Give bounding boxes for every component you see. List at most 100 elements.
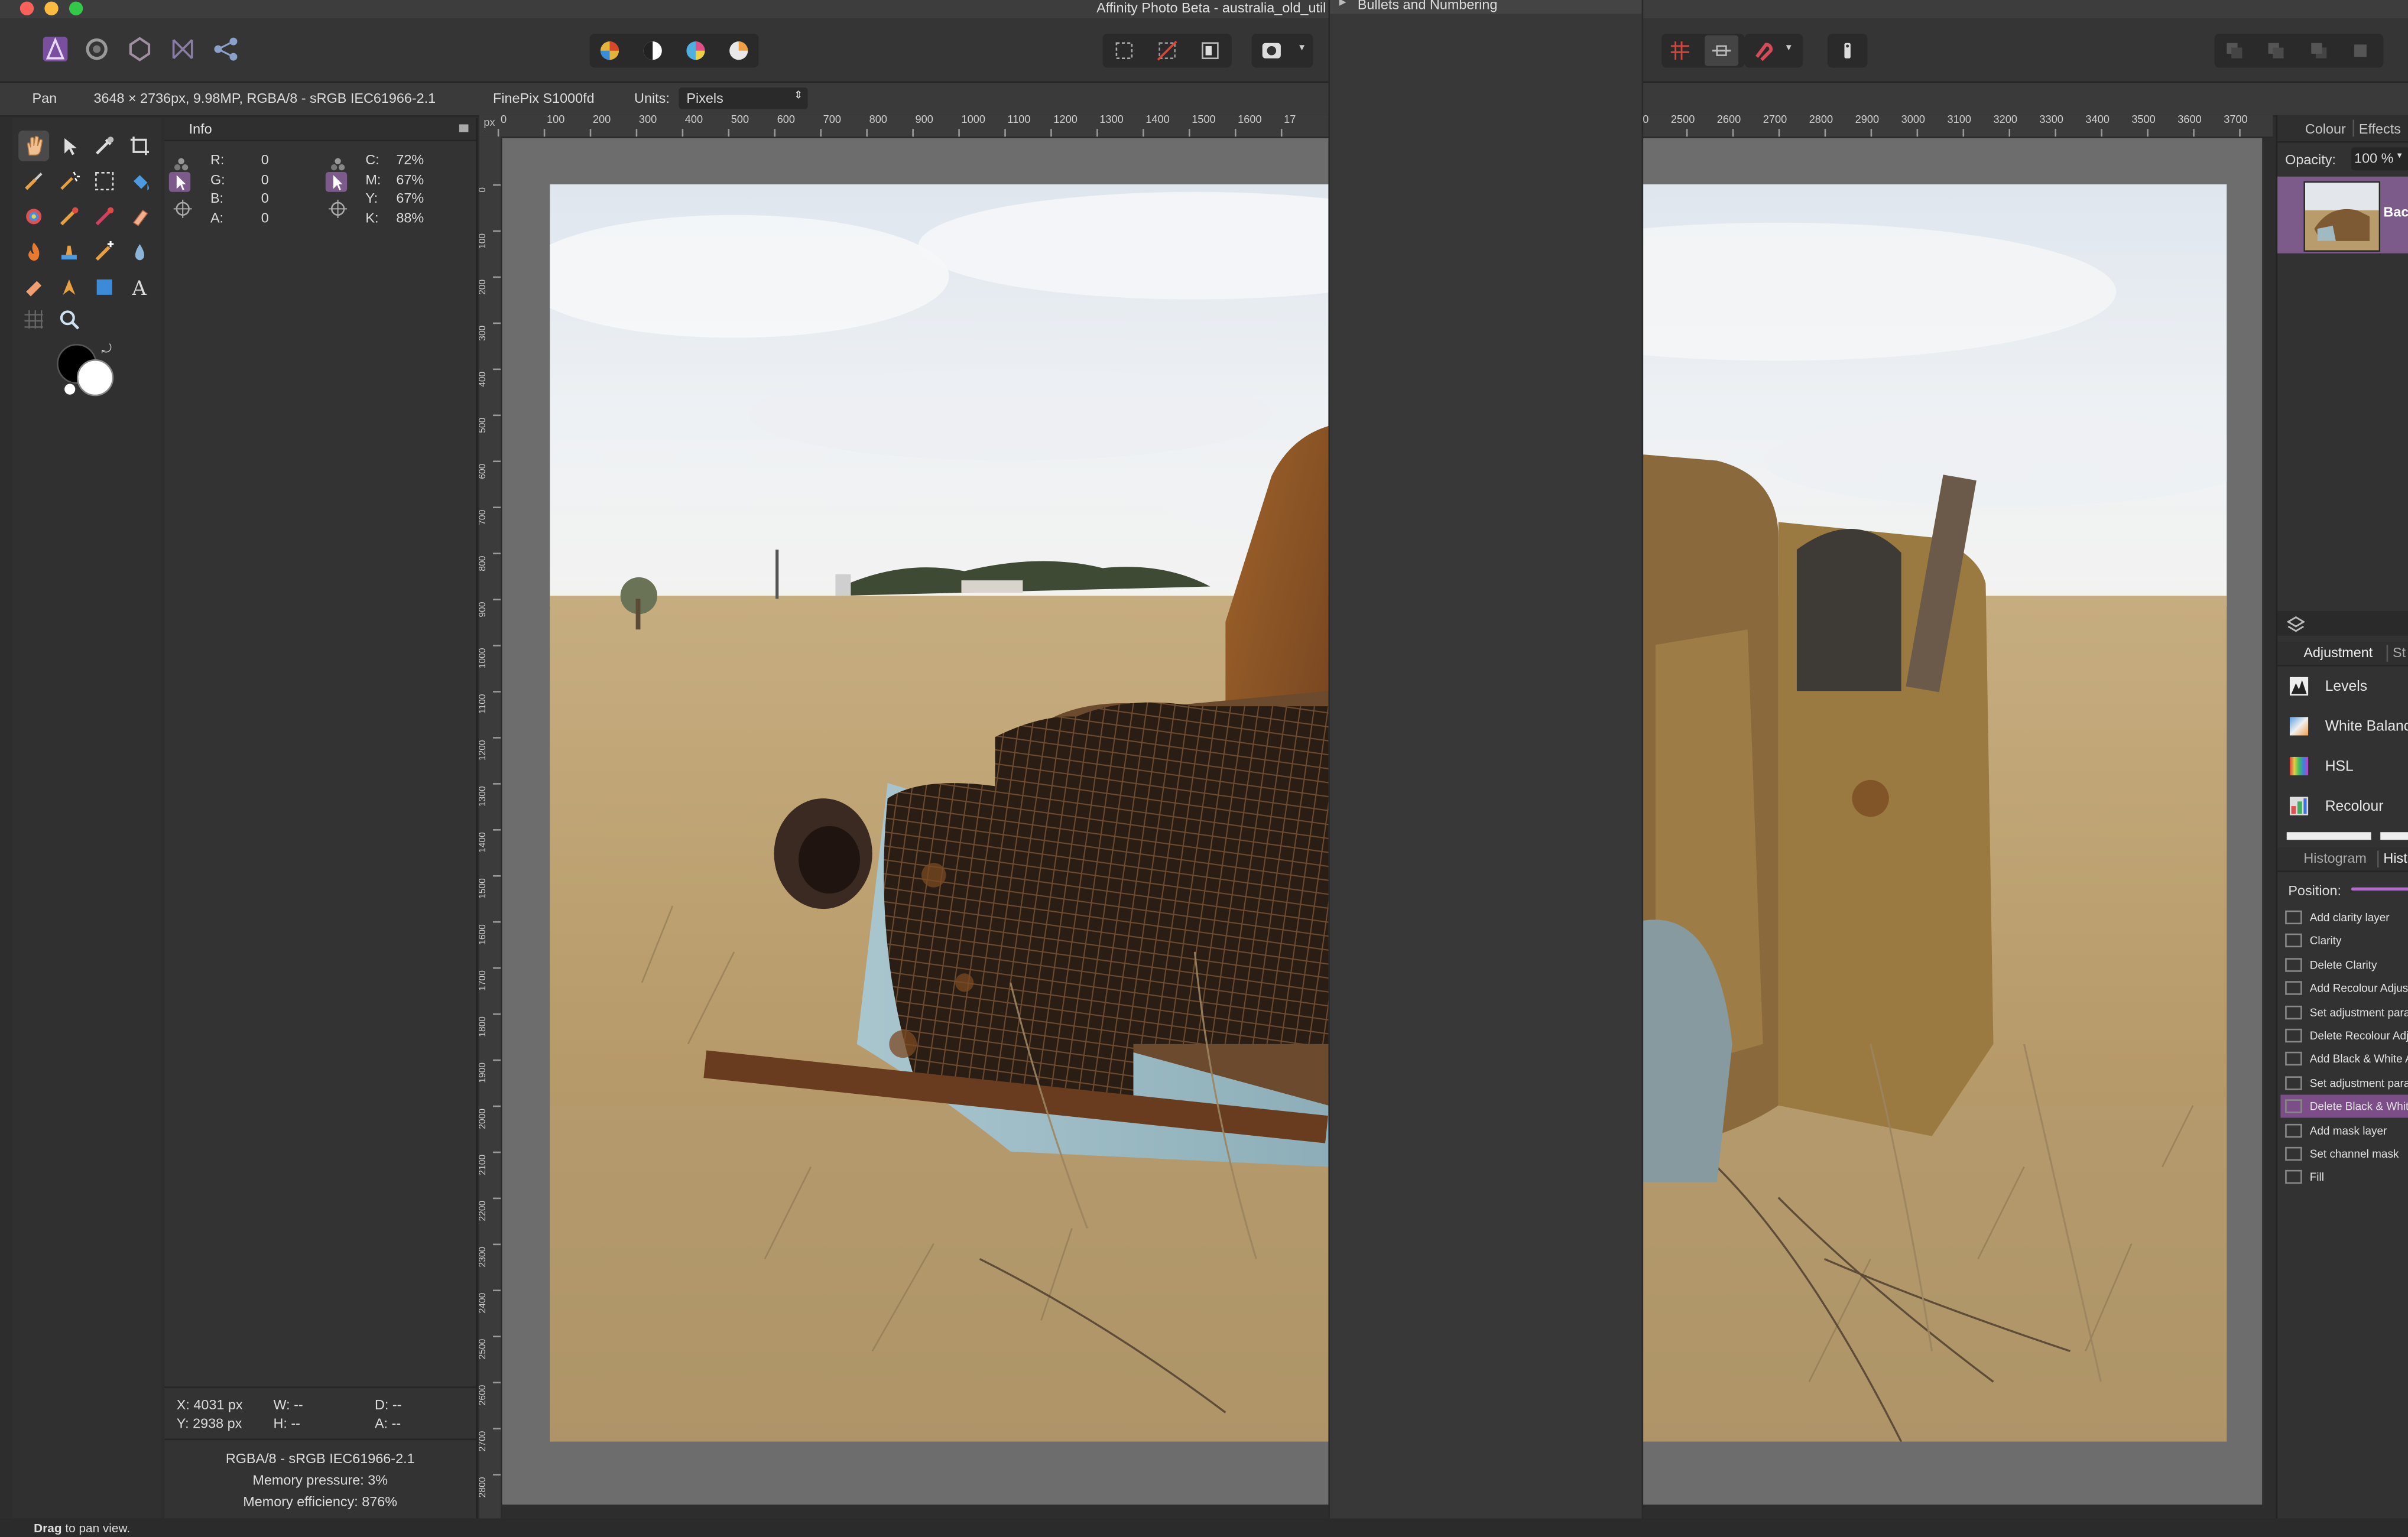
blur-brush-tool-icon[interactable] (124, 236, 155, 267)
move-tool-icon[interactable] (54, 131, 85, 161)
vertical-ruler[interactable]: 0 100 200 300 400 500 600 700 800 900 1000 1100 1200… (479, 137, 502, 1519)
info-tab[interactable]: Info (189, 121, 212, 137)
inpainting-brush-tool-icon[interactable] (18, 272, 49, 303)
adjustment-tab[interactable]: Adjustment (2303, 645, 2373, 660)
align-icon[interactable] (1705, 35, 1739, 66)
opacity-dropdown-arrow[interactable]: ▾ (2397, 151, 2402, 161)
effects-tab[interactable]: Effects (2359, 121, 2401, 137)
zoom-tool-icon[interactable] (54, 304, 85, 334)
flood-fill-tool-icon[interactable] (124, 166, 155, 197)
ruler-tick (912, 129, 914, 137)
colour-replacement-tool-icon[interactable] (18, 201, 49, 232)
adjustment-preset-swatch-2[interactable] (2380, 832, 2408, 840)
quick-mask-dropdown-arrow[interactable]: ▾ (1299, 41, 1304, 54)
ruler-tick-label: 1600 (479, 924, 489, 945)
auto-levels-icon[interactable] (593, 35, 627, 66)
pan-tool-icon[interactable] (18, 130, 50, 161)
history-item[interactable]: Add clarity layer (2280, 906, 2408, 929)
pen-tool-icon[interactable] (54, 272, 85, 303)
export-persona-icon[interactable] (209, 34, 242, 64)
panel-menu-icon[interactable] (459, 124, 469, 132)
colour-picker-tool-icon[interactable] (89, 131, 120, 161)
ruler-tick (493, 967, 501, 969)
rgb-pointer-icon[interactable] (168, 171, 191, 192)
flood-select-tool-icon[interactable] (54, 166, 85, 197)
history-item[interactable]: Delete Black & White (2280, 1095, 2408, 1118)
move-to-back-icon[interactable] (2218, 35, 2251, 66)
adjustment-preset-swatch[interactable] (2286, 832, 2371, 840)
secondary-colour-swatch[interactable] (76, 359, 114, 397)
burn-brush-tool-icon[interactable] (18, 236, 49, 267)
colour-tab[interactable]: Colour (2305, 121, 2346, 137)
marquee-selection-icon[interactable] (1107, 35, 1141, 66)
selection-brush-tool-icon[interactable] (18, 166, 49, 197)
quick-mask-icon[interactable] (1255, 35, 1289, 66)
background-layer-row[interactable]: Bac (2277, 176, 2408, 254)
erase-brush-tool-icon[interactable] (124, 201, 155, 232)
move-back-one-icon[interactable] (2259, 35, 2293, 66)
adjustment-levels[interactable]: Levels (2280, 668, 2408, 704)
history-item[interactable]: Add Black & White Adjustment (2280, 1048, 2408, 1071)
paint-brush-tool-icon[interactable] (54, 201, 85, 232)
swap-colours-icon[interactable]: ⤾ (101, 342, 111, 358)
history-item[interactable]: Set adjustment parameters (2280, 1000, 2408, 1023)
photo-persona-icon[interactable] (38, 34, 72, 64)
deselect-icon[interactable] (1150, 35, 1184, 66)
layers-icon[interactable] (2286, 614, 2306, 632)
grid-snapping-icon[interactable] (1663, 35, 1697, 66)
bullets-and-numbering-row[interactable]: ▶ Bullets and Numbering (1330, 0, 1642, 14)
history-step-icon (2285, 1170, 2302, 1185)
history-item[interactable]: Set channel mask (2280, 1142, 2408, 1165)
histogram-tab[interactable]: Histogram (2303, 850, 2367, 866)
adjustment-white-balance[interactable]: White Balance (2280, 708, 2408, 745)
move-to-front-icon[interactable] (2344, 35, 2377, 66)
text-tool-icon[interactable]: A (124, 272, 155, 303)
snapping-dropdown-arrow[interactable]: ▾ (1786, 41, 1792, 54)
cmyk-crosshair-icon[interactable] (329, 198, 348, 218)
tone-mapping-persona-icon[interactable] (166, 34, 200, 64)
cmyk-pointer-icon[interactable] (325, 171, 348, 192)
mesh-warp-tool-icon[interactable] (18, 304, 49, 334)
history-position-slider[interactable] (2351, 887, 2408, 891)
invert-selection-icon[interactable] (1193, 35, 1227, 66)
rgb-picker-source-icon[interactable] (174, 152, 189, 171)
adjustment-recolour[interactable]: Recolour (2280, 788, 2408, 824)
history-item[interactable]: Fill (2280, 1166, 2408, 1189)
zoom-window-button[interactable] (69, 1, 83, 15)
ruler-tick (1686, 129, 1688, 137)
cmyk-picker-source-icon[interactable] (330, 152, 346, 171)
rgb-value-g: 0 (261, 171, 269, 187)
history-tab[interactable]: Hist (2383, 850, 2407, 866)
opacity-field[interactable]: 100 % ▾ (2351, 147, 2408, 171)
liquify-persona-icon[interactable] (80, 34, 113, 64)
reset-colours-icon[interactable] (63, 382, 77, 397)
rectangular-marquee-tool-icon[interactable] (89, 166, 120, 197)
crop-tool-icon[interactable] (124, 131, 155, 161)
ruler-tick (493, 829, 501, 831)
history-item[interactable]: Set adjustment parameters (2280, 1071, 2408, 1094)
minimize-window-button[interactable] (44, 1, 59, 15)
history-item[interactable]: Add Recolour Adjustment (2280, 977, 2408, 1000)
rectangle-tool-icon[interactable] (89, 272, 120, 303)
assistant-icon[interactable] (1831, 35, 1864, 66)
ruler-tick (493, 1382, 501, 1383)
history-item[interactable]: Delete Clarity (2280, 953, 2408, 976)
auto-contrast-icon[interactable] (636, 35, 670, 66)
rgb-crosshair-icon[interactable] (173, 198, 192, 218)
move-forward-one-icon[interactable] (2302, 35, 2336, 66)
healing-brush-tool-icon[interactable] (89, 236, 120, 267)
develop-persona-icon[interactable] (123, 34, 157, 64)
close-window-button[interactable] (20, 1, 34, 15)
history-item[interactable]: Delete Recolour Adjustment (2280, 1024, 2408, 1047)
rgb-labels: R: G: B: A: (210, 151, 225, 228)
history-item[interactable]: Clarity (2280, 930, 2408, 953)
auto-colours-icon[interactable] (679, 35, 712, 66)
auto-white-balance-icon[interactable] (722, 35, 755, 66)
styles-tab[interactable]: St (2393, 645, 2406, 660)
units-dropdown[interactable]: Pixels ⇕ (679, 87, 808, 109)
mixer-brush-tool-icon[interactable] (89, 201, 120, 232)
adjustment-hsl[interactable]: HSL (2280, 748, 2408, 784)
snapping-magnet-icon[interactable] (1746, 35, 1780, 66)
history-item[interactable]: Add mask layer (2280, 1119, 2408, 1142)
clone-brush-tool-icon[interactable] (54, 236, 85, 267)
